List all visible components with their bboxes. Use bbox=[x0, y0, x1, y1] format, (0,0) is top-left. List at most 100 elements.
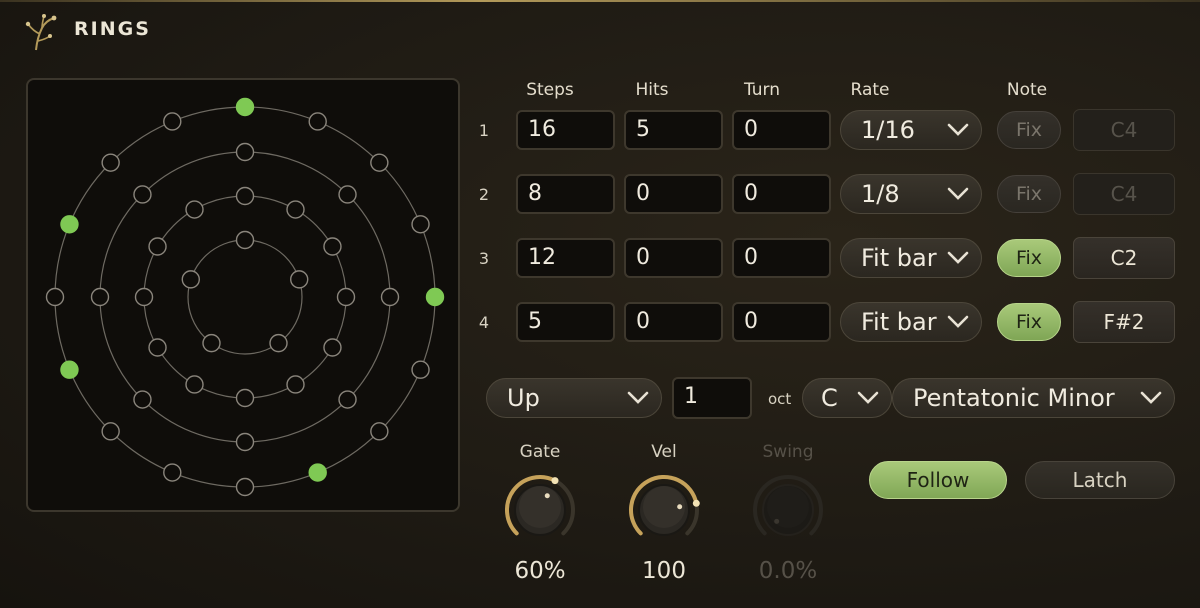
note-field-1[interactable]: C4 bbox=[1073, 109, 1175, 151]
ring-step[interactable] bbox=[181, 270, 200, 289]
steps-field-1[interactable]: 16 bbox=[516, 110, 615, 150]
ring-3 bbox=[143, 195, 347, 399]
ring-step[interactable] bbox=[45, 287, 65, 307]
chevron-down-icon bbox=[1140, 391, 1162, 404]
rate-value-2: 1/8 bbox=[861, 180, 900, 208]
ring-step[interactable] bbox=[235, 432, 255, 452]
ring-step[interactable] bbox=[411, 215, 430, 234]
chevron-down-icon bbox=[857, 391, 879, 404]
ring-step[interactable] bbox=[235, 388, 255, 408]
note-field-4[interactable]: F#2 bbox=[1073, 301, 1175, 343]
gate-knob[interactable] bbox=[500, 470, 580, 550]
ring-step[interactable] bbox=[286, 200, 305, 219]
ring-step[interactable] bbox=[323, 237, 342, 256]
rate-dropdown-1[interactable]: 1/16 bbox=[840, 110, 982, 150]
ring-step[interactable] bbox=[163, 112, 182, 131]
ring-step[interactable] bbox=[101, 153, 120, 172]
rate-dropdown-4[interactable]: Fit bar bbox=[840, 302, 982, 342]
ring-step[interactable] bbox=[134, 287, 154, 307]
vel-label: Vel bbox=[651, 442, 677, 462]
ring-step[interactable] bbox=[133, 185, 152, 204]
column-header-turn: Turn bbox=[743, 80, 781, 100]
turn-field-4[interactable]: 0 bbox=[732, 302, 831, 342]
branch-icon bbox=[25, 14, 57, 51]
fix-toggle-2[interactable]: Fix bbox=[997, 175, 1061, 213]
app-title: RINGS bbox=[74, 18, 151, 40]
ring-step[interactable] bbox=[338, 185, 357, 204]
steps-field-2[interactable]: 8 bbox=[516, 174, 615, 214]
ring-step[interactable] bbox=[90, 287, 110, 307]
note-field-3[interactable]: C2 bbox=[1073, 237, 1175, 279]
knob-arc-end bbox=[551, 477, 559, 485]
ring-step[interactable] bbox=[185, 200, 204, 219]
row-number-4: 4 bbox=[478, 313, 490, 332]
ring-step[interactable] bbox=[235, 230, 255, 250]
ring-step[interactable] bbox=[308, 112, 327, 131]
direction-value: Up bbox=[507, 384, 540, 412]
ring-step-active[interactable] bbox=[60, 215, 79, 234]
ring-step[interactable] bbox=[286, 375, 305, 394]
hits-field-3[interactable]: 0 bbox=[624, 238, 723, 278]
ring-step[interactable] bbox=[163, 463, 182, 482]
ring-step[interactable] bbox=[133, 390, 152, 409]
latch-button[interactable]: Latch bbox=[1025, 461, 1175, 499]
turn-field-3[interactable]: 0 bbox=[732, 238, 831, 278]
ring-step-active[interactable] bbox=[235, 97, 255, 117]
vel-value: 100 bbox=[642, 558, 686, 584]
turn-field-2[interactable]: 0 bbox=[732, 174, 831, 214]
hits-field-4[interactable]: 0 bbox=[624, 302, 723, 342]
steps-field-3[interactable]: 12 bbox=[516, 238, 615, 278]
note-field-2[interactable]: C4 bbox=[1073, 173, 1175, 215]
ring-step-active[interactable] bbox=[60, 360, 79, 379]
ring-step[interactable] bbox=[202, 333, 221, 353]
rate-dropdown-3[interactable]: Fit bar bbox=[840, 238, 982, 278]
scale-dropdown[interactable]: Pentatonic Minor bbox=[892, 378, 1175, 418]
ring-step[interactable] bbox=[148, 237, 167, 256]
ring-step-active[interactable] bbox=[308, 463, 327, 482]
rate-dropdown-2[interactable]: 1/8 bbox=[840, 174, 982, 214]
ring-visualizer[interactable] bbox=[26, 78, 460, 512]
vel-knob[interactable] bbox=[624, 470, 704, 550]
ring-step[interactable] bbox=[323, 338, 342, 357]
fix-toggle-4[interactable]: Fix bbox=[997, 303, 1061, 341]
column-header-note: Note bbox=[1006, 80, 1048, 100]
key-value: C bbox=[821, 384, 838, 412]
row-number-2: 2 bbox=[478, 185, 490, 204]
follow-button[interactable]: Follow bbox=[869, 461, 1007, 499]
ring-step[interactable] bbox=[336, 287, 356, 307]
fix-toggle-3[interactable]: Fix bbox=[997, 239, 1061, 277]
ring-step[interactable] bbox=[411, 360, 430, 379]
knob-indicator bbox=[677, 504, 683, 510]
key-dropdown[interactable]: C bbox=[802, 378, 892, 418]
ring-step[interactable] bbox=[338, 390, 357, 409]
ring-step[interactable] bbox=[235, 186, 255, 206]
ring-step[interactable] bbox=[148, 338, 167, 357]
direction-dropdown[interactable]: Up bbox=[486, 378, 662, 418]
ring-step[interactable] bbox=[235, 142, 255, 162]
fix-toggle-1[interactable]: Fix bbox=[997, 111, 1061, 149]
row-number-1: 1 bbox=[478, 121, 490, 140]
knob-indicator bbox=[774, 518, 780, 524]
ring-step[interactable] bbox=[380, 287, 400, 307]
ring-step[interactable] bbox=[269, 333, 288, 353]
ring-step-active[interactable] bbox=[425, 287, 445, 307]
hits-field-1[interactable]: 5 bbox=[624, 110, 723, 150]
swing-knob[interactable] bbox=[748, 470, 828, 550]
steps-field-4[interactable]: 5 bbox=[516, 302, 615, 342]
ring-step[interactable] bbox=[370, 422, 389, 441]
knob-cap bbox=[519, 486, 561, 528]
ring-step[interactable] bbox=[290, 270, 309, 289]
ring-step[interactable] bbox=[185, 375, 204, 394]
ring-step[interactable] bbox=[101, 422, 120, 441]
chevron-down-icon bbox=[947, 251, 969, 264]
scale-value: Pentatonic Minor bbox=[913, 384, 1115, 412]
rate-value-1: 1/16 bbox=[861, 116, 915, 144]
octave-field[interactable]: 1 bbox=[672, 377, 752, 419]
knob-cap bbox=[767, 486, 809, 528]
hits-field-2[interactable]: 0 bbox=[624, 174, 723, 214]
turn-field-1[interactable]: 0 bbox=[732, 110, 831, 150]
ring-step[interactable] bbox=[370, 153, 389, 172]
octave-label: oct bbox=[768, 390, 792, 408]
ring-step[interactable] bbox=[235, 477, 255, 497]
column-header-hits: Hits bbox=[635, 80, 669, 100]
